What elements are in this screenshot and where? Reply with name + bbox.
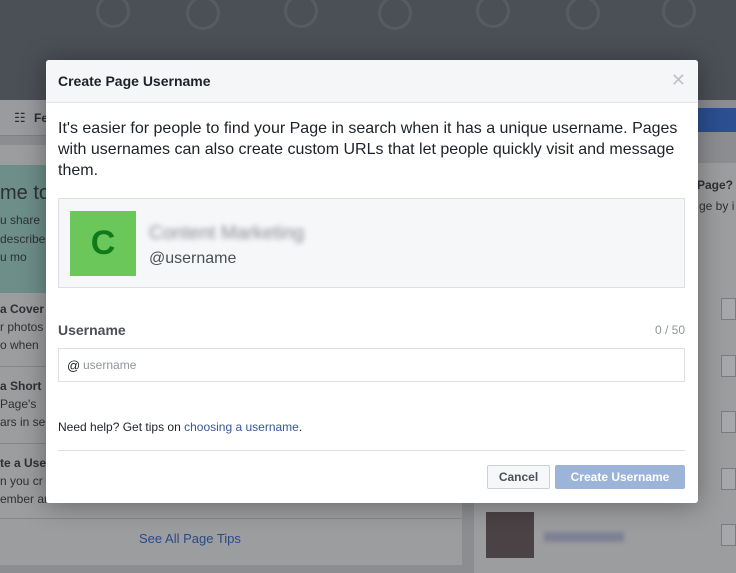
cover-doodle-icon: [662, 0, 696, 28]
blurred-name: [544, 532, 624, 542]
help-text: Need help? Get tips on choosing a userna…: [58, 420, 302, 434]
welcome-line: u share: [0, 213, 41, 227]
create-username-dialog: Create Page Username ✕ It's easier for p…: [46, 60, 698, 503]
welcome-line: describe: [0, 232, 46, 246]
help-prefix: Need help? Get tips on: [58, 420, 185, 434]
character-counter: 0 / 50: [654, 323, 685, 337]
cover-doodle-icon: [96, 0, 130, 28]
cover-doodle-icon: [566, 0, 600, 30]
avatar-letter: C: [90, 224, 116, 262]
cover-doodle-icon: [284, 0, 318, 28]
cover-doodle-icon: [186, 0, 220, 30]
sidebar-button[interactable]: [721, 524, 736, 546]
tip-title[interactable]: te a Use: [0, 456, 46, 470]
tip-title[interactable]: a Short: [0, 379, 41, 393]
sidebar-button[interactable]: [721, 298, 736, 320]
tip-line: n you cr: [0, 474, 43, 488]
sidebar-heading: Page?: [697, 178, 734, 192]
create-username-button[interactable]: Create Username: [555, 465, 685, 489]
tip-title[interactable]: a Cover: [0, 302, 44, 316]
choosing-username-link[interactable]: choosing a username: [184, 420, 299, 434]
sidebar-button[interactable]: [721, 468, 736, 490]
cover-doodle-icon: [476, 0, 510, 28]
help-suffix: .: [298, 420, 303, 434]
username-field[interactable]: @: [58, 348, 685, 382]
cover-doodle-icon: [378, 0, 412, 30]
page-avatar: C: [70, 211, 136, 276]
dialog-title: Create Page Username: [58, 73, 211, 89]
sidebar-line: ge by i: [699, 199, 735, 213]
footer-divider: [58, 450, 685, 451]
dialog-description: It's easier for people to find your Page…: [58, 120, 678, 179]
rss-icon: ☷: [14, 110, 26, 125]
username-preview-card: C Content Marketing @username: [58, 198, 685, 288]
page-name-blurred: Content Marketing: [149, 223, 305, 244]
username-input[interactable]: [83, 350, 681, 380]
close-icon[interactable]: ✕: [671, 71, 686, 89]
preview-username: @username: [149, 250, 237, 267]
tip-line: ars in se: [0, 415, 46, 429]
tip-line: Page's: [0, 397, 37, 411]
see-all-page-tips-link[interactable]: See All Page Tips: [139, 531, 241, 546]
welcome-heading: me to: [0, 182, 51, 204]
dialog-header: Create Page Username ✕: [46, 60, 698, 103]
tip-line: ember ar: [0, 492, 49, 506]
at-prefix: @: [67, 358, 81, 373]
sidebar-thumbnail[interactable]: [486, 512, 534, 558]
sidebar-button[interactable]: [721, 355, 736, 377]
welcome-line: u mo: [0, 250, 27, 264]
tip-line: o when: [0, 338, 39, 352]
divider: [0, 518, 462, 519]
sidebar-button[interactable]: [721, 411, 736, 433]
username-label: Username: [58, 322, 126, 338]
tip-line: r photos: [0, 320, 44, 334]
cancel-button[interactable]: Cancel: [487, 465, 550, 489]
